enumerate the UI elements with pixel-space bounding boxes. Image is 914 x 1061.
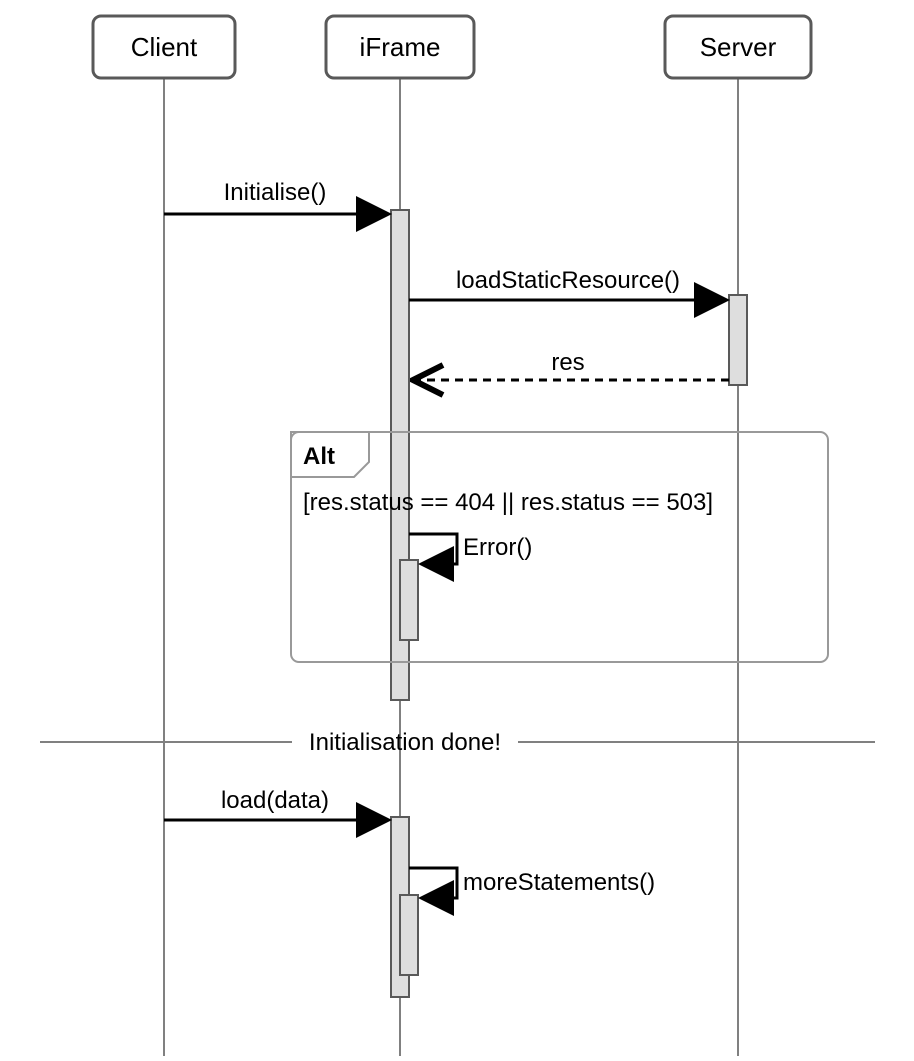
- message-load-label: load(data): [221, 787, 329, 814]
- message-error-label: Error(): [463, 534, 532, 561]
- participant-iframe: iFrame: [326, 16, 474, 78]
- sequence-diagram: Client iFrame Server Initialise() loadSt…: [0, 0, 914, 1056]
- activation-iframe-error: [400, 560, 418, 640]
- divider: Initialisation done!: [40, 729, 875, 756]
- participant-server: Server: [665, 16, 811, 78]
- message-res-label: res: [551, 349, 584, 376]
- participant-client: Client: [93, 16, 235, 78]
- divider-label: Initialisation done!: [309, 729, 501, 756]
- message-initialise-label: Initialise(): [224, 179, 327, 206]
- participant-client-label: Client: [131, 32, 198, 62]
- participant-server-label: Server: [700, 32, 777, 62]
- message-loadstatic-label: loadStaticResource(): [456, 267, 680, 294]
- message-more: [409, 868, 457, 898]
- participant-iframe-label: iFrame: [360, 32, 441, 62]
- alt-guard: [res.status == 404 || res.status == 503]: [303, 489, 713, 516]
- alt-label: Alt: [303, 443, 335, 470]
- activation-server: [729, 295, 747, 385]
- message-more-label: moreStatements(): [463, 869, 655, 896]
- alt-fragment: Alt [res.status == 404 || res.status == …: [291, 432, 828, 662]
- activation-iframe-more: [400, 895, 418, 975]
